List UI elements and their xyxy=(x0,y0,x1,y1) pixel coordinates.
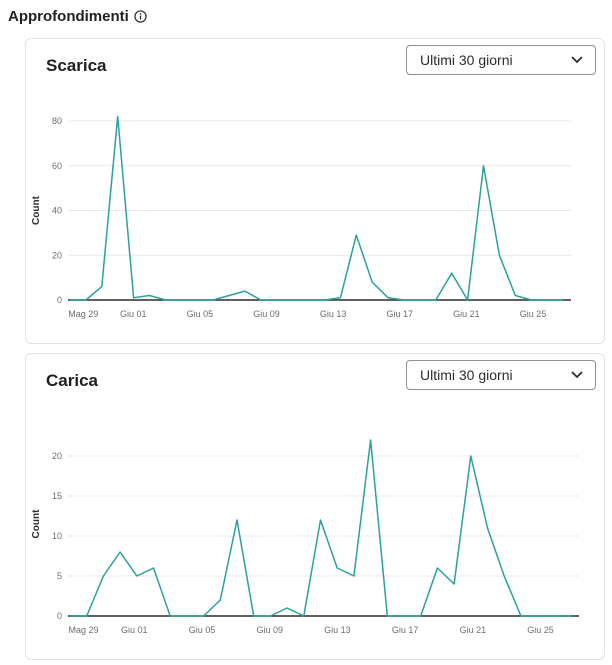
x-tick-label: Giu 21 xyxy=(460,625,487,635)
y-tick-label: 20 xyxy=(52,451,62,461)
x-tick-label: Giu 01 xyxy=(121,625,148,635)
y-tick-label: 15 xyxy=(52,491,62,501)
y-axis-label: Count xyxy=(31,509,42,539)
y-tick-label: 60 xyxy=(52,161,62,171)
x-tick-label: Giu 17 xyxy=(392,625,419,635)
y-tick-label: 0 xyxy=(57,611,62,621)
x-tick-label: Giu 13 xyxy=(324,625,351,635)
x-tick-label: Giu 25 xyxy=(527,625,554,635)
y-tick-label: 0 xyxy=(57,295,62,305)
x-tick-label: Giu 05 xyxy=(189,625,216,635)
x-tick-label: Mag 29 xyxy=(68,309,98,319)
series-line xyxy=(70,115,563,301)
download-chart-card: Scarica Ultimi 30 giorni 0 20 40 60 80 Count M… xyxy=(25,38,605,344)
upload-line-chart: 0 5 10 15 20 Count Mag 29 Giu 01 Giu 05 Giu 09 Giu… xyxy=(31,439,579,635)
y-tick-label: 20 xyxy=(52,250,62,260)
x-tick-label: Giu 09 xyxy=(256,625,283,635)
page-title: Approfondimenti xyxy=(8,7,129,25)
series-line xyxy=(70,439,571,617)
x-tick-label: Giu 05 xyxy=(187,309,214,319)
x-tick-label: Giu 17 xyxy=(387,309,414,319)
x-tick-label: Giu 09 xyxy=(253,309,280,319)
y-tick-label: 5 xyxy=(57,571,62,581)
x-tick-label: Giu 25 xyxy=(520,309,547,319)
download-line-chart: 0 20 40 60 80 Count Mag 29 Giu 01 Giu 05 Giu 09 Gi… xyxy=(31,115,571,319)
y-tick-label: 10 xyxy=(52,531,62,541)
x-tick-label: Giu 01 xyxy=(120,309,147,319)
upload-chart-card: Carica Ultimi 30 giorni 0 5 10 15 20 Count Mag… xyxy=(25,353,605,660)
x-tick-label: Mag 29 xyxy=(69,625,99,635)
y-axis-label: Count xyxy=(31,195,42,225)
insights-header: Approfondimenti xyxy=(8,5,147,27)
y-tick-label: 80 xyxy=(52,116,62,126)
x-tick-label: Giu 21 xyxy=(453,309,480,319)
info-icon[interactable] xyxy=(134,9,147,23)
y-tick-label: 40 xyxy=(52,206,62,216)
x-tick-label: Giu 13 xyxy=(320,309,347,319)
